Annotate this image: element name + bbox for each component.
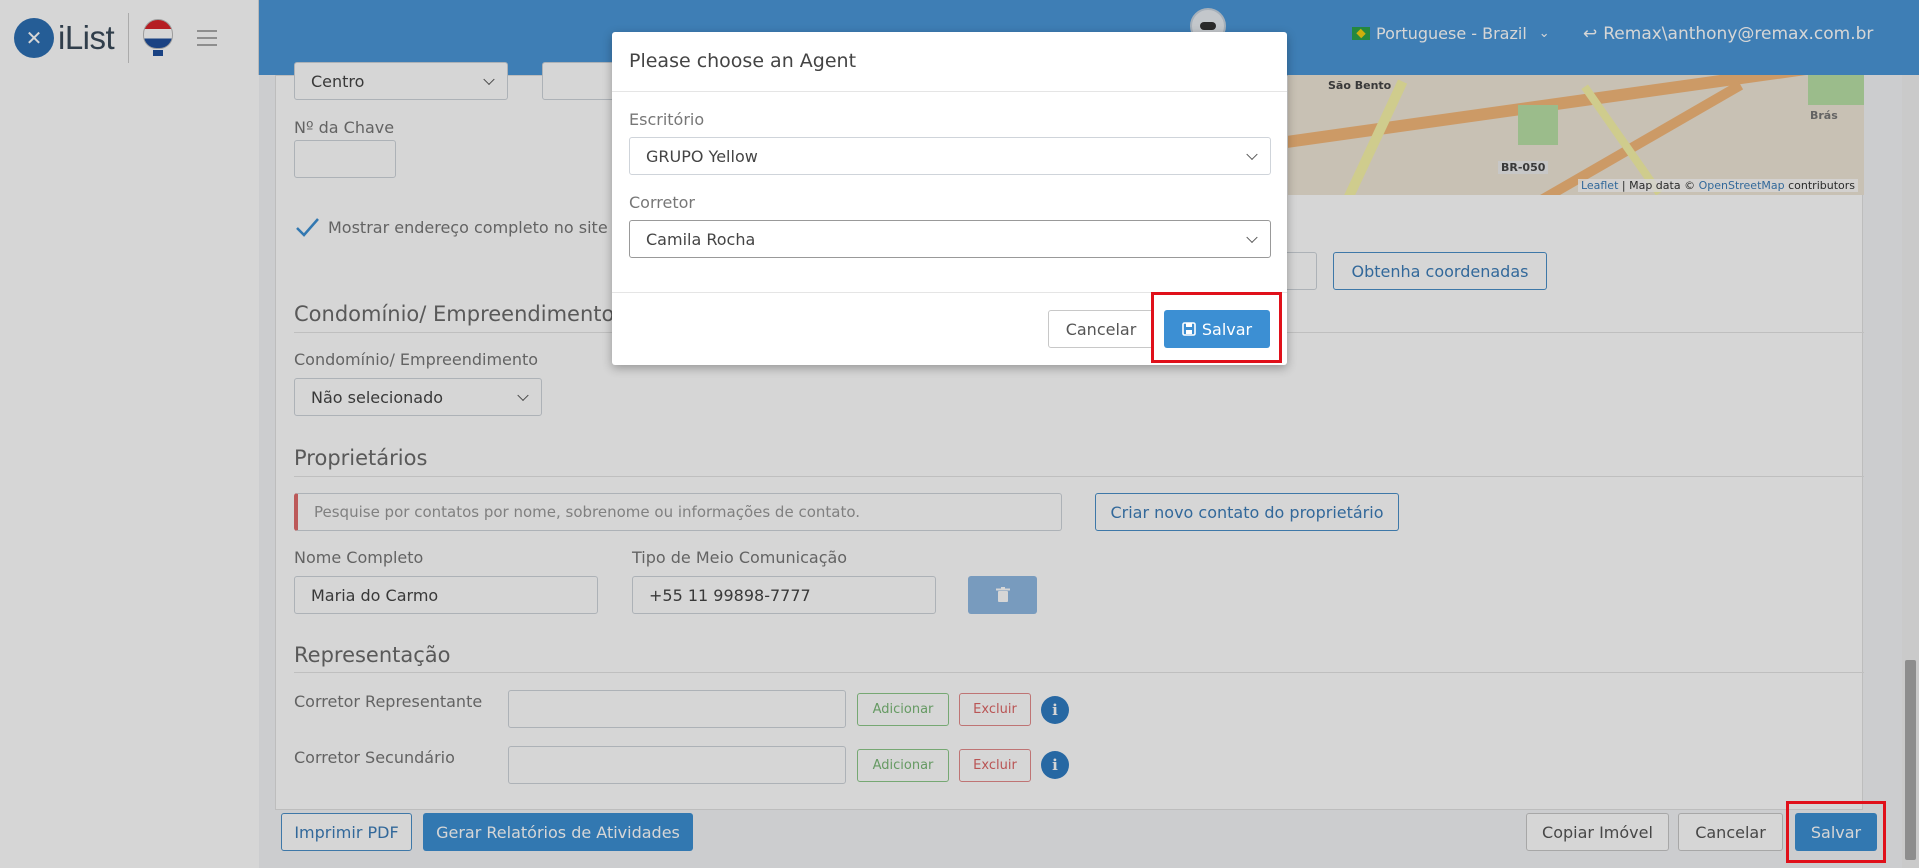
agent-value: Camila Rocha — [646, 229, 756, 249]
agent-select[interactable]: Camila Rocha — [629, 220, 1271, 258]
office-label: Escritório — [629, 110, 705, 129]
divider — [612, 91, 1287, 92]
modal-title: Please choose an Agent — [629, 50, 857, 72]
highlight-box-modal-save — [1151, 292, 1282, 363]
highlight-box-footer-save — [1786, 801, 1886, 863]
office-select[interactable]: GRUPO Yellow — [629, 137, 1271, 175]
agent-label: Corretor — [629, 193, 695, 212]
modal-cancel-button[interactable]: Cancelar — [1048, 310, 1154, 348]
office-value: GRUPO Yellow — [646, 146, 758, 166]
